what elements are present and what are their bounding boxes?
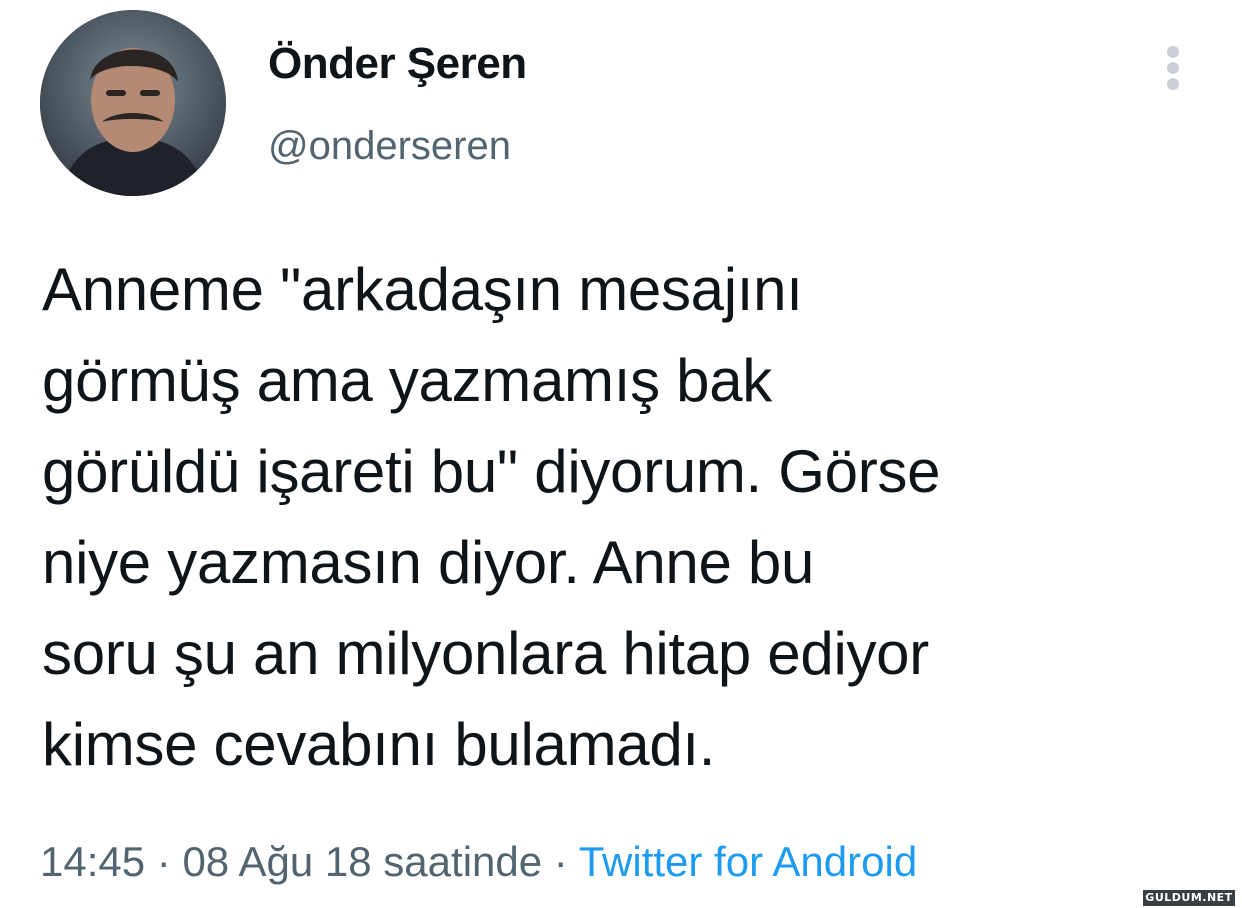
display-name[interactable]: Önder Şeren <box>268 36 527 92</box>
tweet-text: Anneme "arkadaşın mesajını görmüş ama ya… <box>42 256 941 778</box>
meta-separator: · <box>156 838 171 885</box>
avatar[interactable] <box>40 10 226 196</box>
dot <box>1167 46 1179 58</box>
dot <box>1167 62 1179 74</box>
tweet-date[interactable]: 08 Ağu 18 saatinde <box>182 838 542 885</box>
watermark: GULDUM.NET <box>1143 890 1235 906</box>
profile-photo <box>40 10 226 196</box>
more-vertical-icon[interactable] <box>1156 40 1190 96</box>
meta-separator: · <box>553 838 568 885</box>
tweet-meta: 14:45 · 08 Ağu 18 saatinde · Twitter for… <box>40 834 917 890</box>
user-handle[interactable]: @onderseren <box>268 118 511 174</box>
tweet-time[interactable]: 14:45 <box>40 838 145 885</box>
dot <box>1167 78 1179 90</box>
tweet-source-link[interactable]: Twitter for Android <box>579 838 917 885</box>
